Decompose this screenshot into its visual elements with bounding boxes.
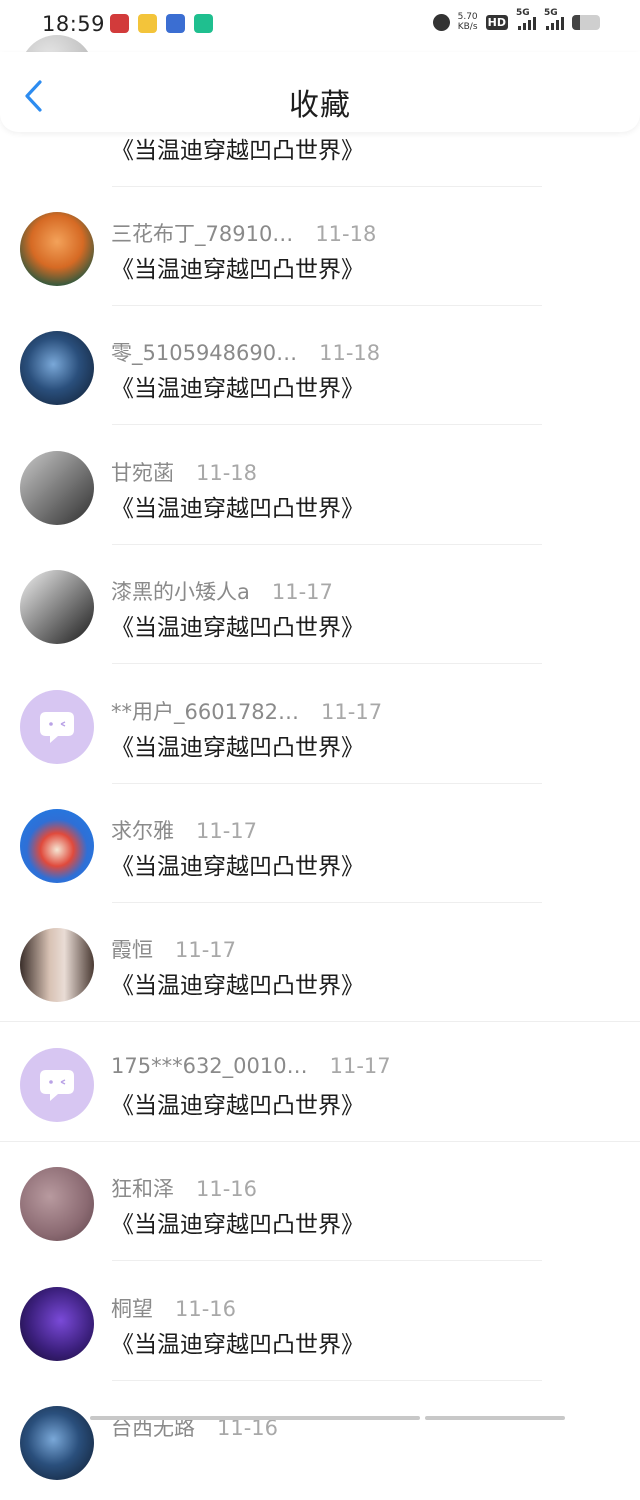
author-name[interactable]: 甘宛菡 xyxy=(111,461,174,485)
status-right: 5.70 KB/s HD 5G 5G xyxy=(432,8,600,32)
list-item[interactable]: 求尔雅 11-17 《当温迪穿越凹凸世界》 xyxy=(0,784,640,903)
avatar[interactable] xyxy=(20,331,94,405)
page-title: 收藏 xyxy=(289,88,351,123)
post-date: 11-17 xyxy=(271,580,333,604)
hd-badge: HD xyxy=(485,14,508,30)
favorite-title[interactable]: 《当温迪穿越凹凸世界》 xyxy=(111,1086,364,1120)
list-item[interactable]: 台西无路 11-16 xyxy=(0,1381,640,1500)
post-date: 11-17 xyxy=(196,819,258,843)
favorite-title[interactable]: 《当温迪穿越凹凸世界》 xyxy=(111,489,364,523)
post-date: 11-16 xyxy=(196,1177,258,1201)
list-item[interactable]: 零_5105948690… 11-18 《当温迪穿越凹凸世界》 xyxy=(0,306,640,425)
favorite-title[interactable]: 《当温迪穿越凹凸世界》 xyxy=(111,728,364,762)
signal-icon-2: 5G xyxy=(544,8,564,30)
list-item[interactable]: 桐望 11-16 《当温迪穿越凹凸世界》 xyxy=(0,1262,640,1381)
signal-label: 5G xyxy=(516,8,530,18)
default-avatar-icon xyxy=(40,1070,74,1101)
divider xyxy=(112,663,542,664)
favorite-title[interactable]: 《当温迪穿越凹凸世界》 xyxy=(111,1325,364,1359)
author-name[interactable]: 狂和泽 xyxy=(111,1177,174,1201)
avatar[interactable] xyxy=(20,570,94,644)
status-time: 18:59 xyxy=(42,12,106,36)
list-item[interactable]: **用户_6601782… 11-17 《当温迪穿越凹凸世界》 xyxy=(0,665,640,784)
author-name[interactable]: 三花布丁_78910… xyxy=(111,222,293,246)
author-line: 175***632_0010… 11-17 xyxy=(111,1054,391,1078)
divider xyxy=(112,424,542,425)
author-name[interactable]: 求尔雅 xyxy=(111,819,174,843)
author-line: 求尔雅 11-17 xyxy=(111,815,257,845)
favorite-title[interactable]: 《当温迪穿越凹凸世界》 xyxy=(111,608,364,642)
net-speed: 5.70 KB/s xyxy=(458,12,478,32)
favorite-title[interactable]: 《当温迪穿越凹凸世界》 xyxy=(111,847,364,881)
avatar[interactable] xyxy=(20,928,94,1002)
avatar[interactable] xyxy=(20,690,94,764)
author-name[interactable]: 零_5105948690… xyxy=(111,341,297,365)
author-line: 狂和泽 11-16 xyxy=(111,1173,257,1203)
author-line: **用户_6601782… 11-17 xyxy=(111,696,382,726)
list-item[interactable]: 甘宛菡 11-18 《当温迪穿越凹凸世界》 xyxy=(0,426,640,545)
emoji-app-icon xyxy=(138,14,157,33)
avatar[interactable] xyxy=(20,1287,94,1361)
baidu-app-icon xyxy=(166,14,185,33)
author-line: 三花布丁_78910… 11-18 xyxy=(111,218,376,248)
post-date: 11-17 xyxy=(175,938,237,962)
store-app-icon xyxy=(194,14,213,33)
avatar[interactable] xyxy=(20,1048,94,1122)
scroll-indicator xyxy=(0,1414,640,1422)
avatar[interactable] xyxy=(20,1167,94,1241)
favorite-title[interactable]: 《当温迪穿越凹凸世界》 xyxy=(111,250,364,284)
avatar[interactable] xyxy=(20,451,94,525)
favorite-title[interactable]: 《当温迪穿越凹凸世界》 xyxy=(111,1205,364,1239)
divider xyxy=(0,1021,640,1022)
list-item[interactable]: 175***632_0010… 11-17 《当温迪穿越凹凸世界》 xyxy=(0,1023,640,1142)
post-date: 11-17 xyxy=(321,700,383,724)
author-name[interactable]: 霞恒 xyxy=(111,938,153,962)
list-item[interactable]: 狂和泽 11-16 《当温迪穿越凹凸世界》 xyxy=(0,1142,640,1261)
default-avatar-icon xyxy=(40,712,74,743)
avatar[interactable] xyxy=(20,212,94,286)
alarm-icon xyxy=(432,13,450,31)
author-name[interactable]: **用户_6601782… xyxy=(111,700,299,724)
status-bar: 18:59 5.70 KB/s HD 5G 5G xyxy=(0,0,640,52)
author-line: 霞恒 11-17 xyxy=(111,934,236,964)
post-date: 11-17 xyxy=(329,1054,391,1078)
author-name[interactable]: 175***632_0010… xyxy=(111,1054,308,1078)
post-date: 11-16 xyxy=(175,1297,237,1321)
page-header: 收藏 xyxy=(0,52,640,132)
author-line: 零_5105948690… 11-18 xyxy=(111,337,380,367)
net-speed-unit: KB/s xyxy=(457,22,478,32)
favorite-title[interactable]: 《当温迪穿越凹凸世界》 xyxy=(111,131,364,165)
list-item[interactable]: 三花布丁_78910… 11-18 《当温迪穿越凹凸世界》 xyxy=(0,187,640,306)
favorite-title[interactable]: 《当温迪穿越凹凸世界》 xyxy=(111,369,364,403)
bank-app-icon xyxy=(110,14,129,33)
author-line: 漆黑的小矮人a 11-17 xyxy=(111,576,333,606)
post-date: 11-18 xyxy=(315,222,377,246)
list-item[interactable]: 霞恒 11-17 《当温迪穿越凹凸世界》 xyxy=(0,903,640,1022)
notification-icons xyxy=(110,14,213,33)
divider xyxy=(112,1260,542,1261)
signal-icon: 5G xyxy=(516,8,536,30)
list-item[interactable]: 漆黑的小矮人a 11-17 《当温迪穿越凹凸世界》 xyxy=(0,545,640,664)
post-date: 11-18 xyxy=(196,461,258,485)
favorite-title[interactable]: 《当温迪穿越凹凸世界》 xyxy=(111,966,364,1000)
net-speed-value: 5.70 xyxy=(457,12,478,22)
battery-icon xyxy=(572,14,600,30)
author-line: 甘宛菡 11-18 xyxy=(111,457,257,487)
author-name[interactable]: 桐望 xyxy=(111,1297,153,1321)
author-name[interactable]: 漆黑的小矮人a xyxy=(111,580,250,604)
post-date: 11-18 xyxy=(319,341,381,365)
signal-label-2: 5G xyxy=(544,8,558,18)
author-line: 桐望 11-16 xyxy=(111,1293,236,1323)
avatar[interactable] xyxy=(20,809,94,883)
